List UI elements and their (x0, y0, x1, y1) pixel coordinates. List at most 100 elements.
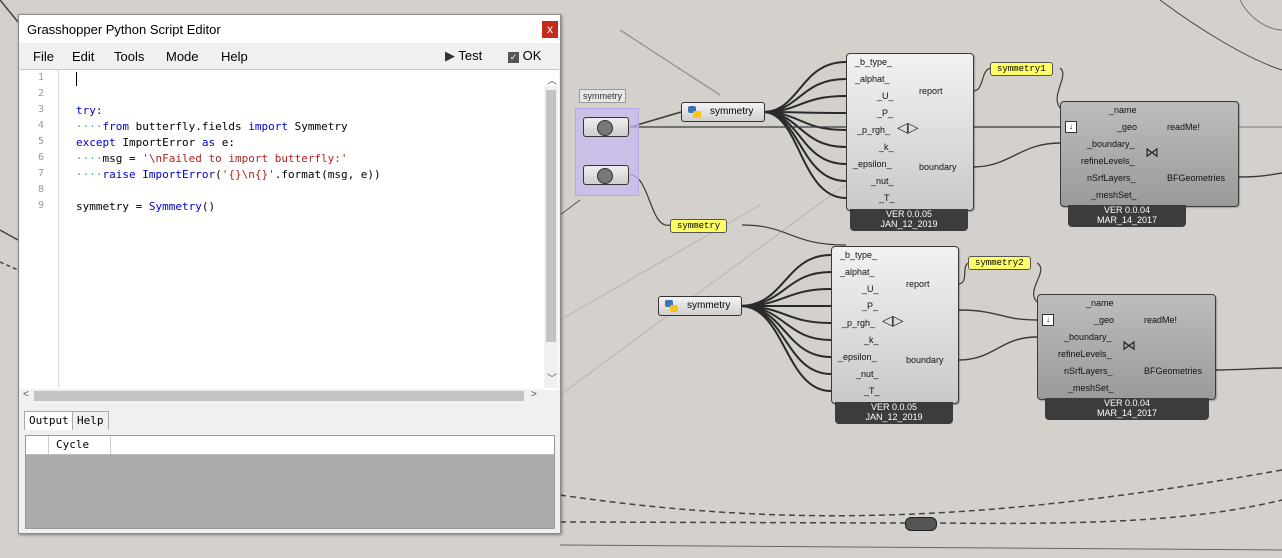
vertical-scrollbar[interactable]: ︿ ﹀ (544, 76, 558, 388)
code-line[interactable]: symmetry = Symmetry() (76, 200, 215, 213)
python-component-2[interactable]: symmetry (658, 296, 742, 316)
input-b-type[interactable]: _b_type_ (840, 250, 877, 260)
scroll-down-icon[interactable]: ﹀ (547, 370, 557, 385)
scroll-left-icon[interactable]: < (23, 389, 29, 400)
input-epsilon[interactable]: _epsilon_ (838, 352, 877, 362)
horizontal-scroll-thumb[interactable] (34, 391, 524, 401)
python-component-1[interactable]: symmetry (681, 102, 765, 122)
toggle-icon[interactable]: ↓ (1042, 314, 1054, 326)
version-label-4: VER 0.0.04 MAR_14_2017 (1045, 398, 1209, 420)
code-token: '\nFailed to import butterfly:' (142, 152, 348, 165)
test-label: Test (458, 48, 483, 63)
version-label-1: VER 0.0.05 JAN_12_2019 (850, 209, 968, 231)
code-token: Symmetry (148, 200, 202, 213)
input-t[interactable]: _T_ (879, 193, 895, 203)
panel-symmetry1[interactable]: symmetry1 (990, 62, 1053, 76)
geometry-component-2[interactable]: ↓ _name _geo _boundary_ refineLevels_ nS… (1037, 294, 1216, 400)
menu-file[interactable]: File (33, 49, 54, 64)
input-nsrflayers[interactable]: nSrfLayers_ (1087, 173, 1136, 183)
version-text: VER 0.0.04 (1103, 398, 1151, 408)
tab-help[interactable]: Help (72, 411, 109, 430)
output-boundary[interactable]: boundary (919, 162, 957, 172)
code-token: ImportError (142, 168, 216, 181)
menu-help[interactable]: Help (221, 49, 248, 64)
date-text: MAR_14_2017 (1096, 215, 1158, 225)
input-nut[interactable]: _nut_ (856, 369, 879, 379)
menu-edit[interactable]: Edit (72, 49, 94, 64)
input-k[interactable]: _k_ (864, 335, 879, 345)
input-meshset[interactable]: _meshSet_ (1091, 190, 1137, 200)
close-button[interactable]: x (542, 21, 558, 38)
toggle-icon[interactable]: ↓ (1065, 121, 1077, 133)
input-alphat[interactable]: _alphat_ (855, 74, 890, 84)
test-button[interactable]: ▶ Test (445, 48, 482, 64)
tab-strip: Output Help (20, 409, 559, 431)
tab-output[interactable]: Output (24, 411, 74, 430)
code-token: e: (215, 136, 235, 149)
boundary-component-1[interactable]: _b_type_ _alphat_ _U_ _P_ _p_rgh_ _k_ _e… (846, 53, 974, 211)
vertical-scroll-thumb[interactable] (546, 90, 556, 342)
param-node-1[interactable] (583, 117, 629, 137)
panel-symmetry[interactable]: symmetry (670, 219, 728, 233)
output-readme[interactable]: readMe! (1167, 122, 1200, 132)
input-p[interactable]: _P_ (877, 108, 893, 118)
line-number: 9 (38, 200, 45, 211)
code-line[interactable]: try: (76, 104, 103, 117)
code-token: raise (102, 168, 136, 181)
boundary-component-2[interactable]: _b_type_ _alphat_ _U_ _P_ _p_rgh_ _k_ _e… (831, 246, 959, 404)
output-report[interactable]: report (906, 279, 930, 289)
input-alphat[interactable]: _alphat_ (840, 267, 875, 277)
input-name[interactable]: _name (1109, 105, 1137, 115)
script-editor-window[interactable]: Grasshopper Python Script Editor x File … (18, 14, 561, 534)
scroll-right-icon[interactable]: > (531, 389, 537, 400)
hexagon-icon (597, 120, 613, 136)
code-line[interactable]: ····msg = '\nFailed to import butterfly:… (76, 152, 348, 165)
param-node-2[interactable] (583, 165, 629, 185)
input-u[interactable]: _U_ (877, 91, 894, 101)
input-p-rgh[interactable]: _p_rgh_ (857, 125, 890, 135)
input-nsrflayers[interactable]: nSrfLayers_ (1064, 366, 1113, 376)
code-line[interactable]: ····raise ImportError('{}\n{}'.format(ms… (76, 168, 381, 181)
input-p[interactable]: _P_ (862, 301, 878, 311)
column-cycle[interactable]: Cycle (56, 438, 89, 451)
code-line[interactable]: ····from butterfly.fields import Symmetr… (76, 120, 348, 133)
scroll-up-icon[interactable]: ︿ (547, 72, 557, 87)
input-geo[interactable]: _geo (1117, 122, 1137, 132)
input-boundary[interactable]: _boundary_ (1064, 332, 1112, 342)
relay-node[interactable] (905, 517, 937, 531)
input-meshset[interactable]: _meshSet_ (1068, 383, 1114, 393)
code-token: Symmetry (287, 120, 348, 133)
horizontal-scrollbar[interactable]: < > (20, 389, 543, 403)
code-editor[interactable]: 123456789 ︿ ﹀ try: ····from butterfly.fie… (20, 69, 559, 390)
output-readme[interactable]: readMe! (1144, 315, 1177, 325)
title-bar[interactable]: Grasshopper Python Script Editor x (19, 15, 560, 43)
input-geo[interactable]: _geo (1094, 315, 1114, 325)
input-epsilon[interactable]: _epsilon_ (853, 159, 892, 169)
output-bfgeometries[interactable]: BFGeometries (1167, 173, 1225, 183)
menu-mode[interactable]: Mode (166, 49, 199, 64)
menu-tools[interactable]: Tools (114, 49, 144, 64)
input-nut[interactable]: _nut_ (871, 176, 894, 186)
butterfly-icon: ◁▷ (882, 312, 904, 328)
input-p-rgh[interactable]: _p_rgh_ (842, 318, 875, 328)
ok-button[interactable]: ✓ OK (508, 48, 541, 63)
input-refinelevels[interactable]: refineLevels_ (1058, 349, 1112, 359)
input-refinelevels[interactable]: refineLevels_ (1081, 156, 1135, 166)
code-line[interactable]: except ImportError as e: (76, 136, 235, 149)
panel-symmetry2[interactable]: symmetry2 (968, 256, 1031, 270)
input-u[interactable]: _U_ (862, 284, 879, 294)
input-t[interactable]: _T_ (864, 386, 880, 396)
output-bfgeometries[interactable]: BFGeometries (1144, 366, 1202, 376)
input-k[interactable]: _k_ (879, 142, 894, 152)
input-b-type[interactable]: _b_type_ (855, 57, 892, 67)
geometry-component-1[interactable]: ↓ _name _geo _boundary_ refineLevels_ nS… (1060, 101, 1239, 207)
butterfly-icon: ⋈ (1145, 144, 1159, 160)
code-token: import (248, 120, 288, 133)
input-boundary[interactable]: _boundary_ (1087, 139, 1135, 149)
butterfly-icon: ◁▷ (897, 119, 919, 135)
output-boundary[interactable]: boundary (906, 355, 944, 365)
output-panel[interactable]: Cycle (25, 435, 555, 529)
input-name[interactable]: _name (1086, 298, 1114, 308)
python-component-label: symmetry (710, 106, 754, 117)
output-report[interactable]: report (919, 86, 943, 96)
